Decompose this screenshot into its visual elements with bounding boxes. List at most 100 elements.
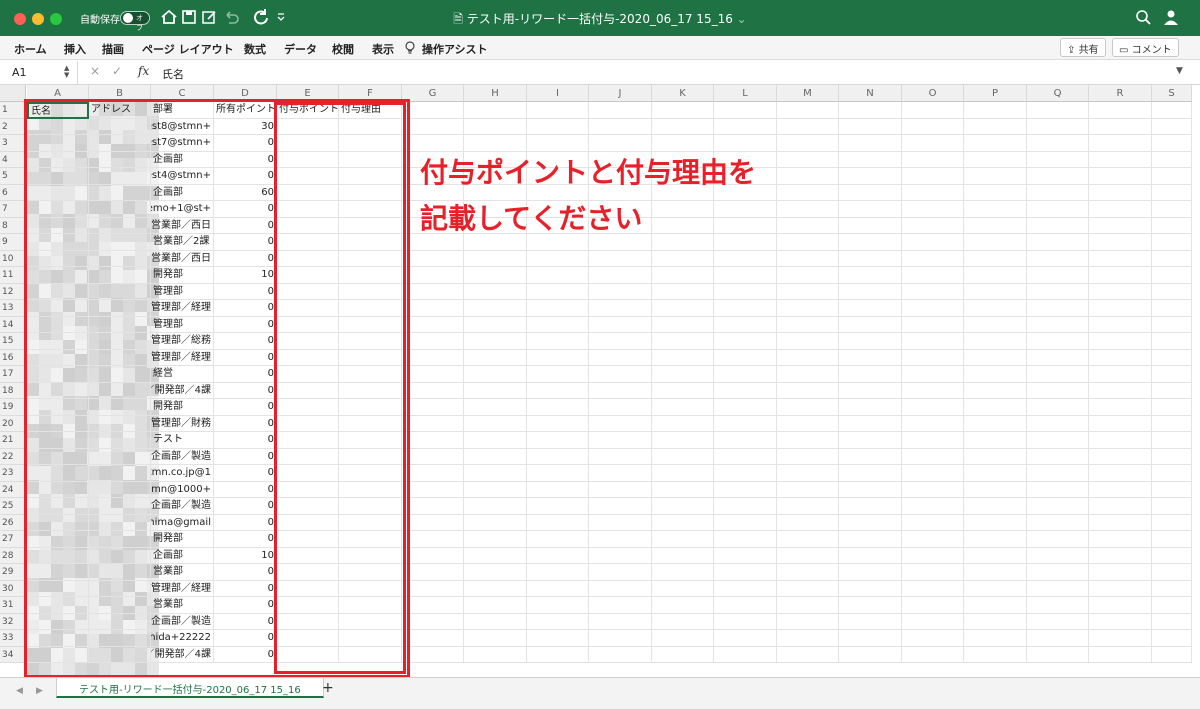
cell-j22[interactable] [589,448,652,465]
cell-s33[interactable] [1152,630,1192,647]
cell-k10[interactable] [652,250,714,267]
cell-s18[interactable] [1152,382,1192,399]
cell-p13[interactable] [964,300,1027,317]
cell-d12[interactable]: 0 [214,283,277,300]
formula-input[interactable]: 氏名 [162,66,184,82]
cell-a21[interactable] [27,432,89,449]
cell-p1[interactable] [964,102,1027,119]
cell-g23[interactable] [402,465,464,482]
cell-r12[interactable] [1089,283,1152,300]
cell-j18[interactable] [589,382,652,399]
cell-q26[interactable] [1027,514,1089,531]
cell-b8[interactable] [89,217,151,234]
tab-draw[interactable]: 描画 [102,41,124,57]
cell-f11[interactable] [339,267,402,284]
cell-j31[interactable] [589,597,652,614]
cell-q8[interactable] [1027,217,1089,234]
column-header-k[interactable]: K [652,85,714,102]
cell-n17[interactable] [839,366,902,383]
cell-r11[interactable] [1089,267,1152,284]
cell-j21[interactable] [589,432,652,449]
cell-b19[interactable] [89,399,151,416]
cell-r22[interactable] [1089,448,1152,465]
cell-a4[interactable] [27,151,89,168]
cell-h17[interactable] [464,366,527,383]
cell-b15[interactable] [89,333,151,350]
cell-p23[interactable] [964,465,1027,482]
insert-function-icon[interactable]: fx [138,64,149,78]
cell-d32[interactable]: 0 [214,613,277,630]
cell-s17[interactable] [1152,366,1192,383]
cell-g28[interactable] [402,547,464,564]
cell-r33[interactable] [1089,630,1152,647]
cell-h24[interactable] [464,481,527,498]
row-header-18[interactable]: 18 [0,382,26,399]
cell-h16[interactable] [464,349,527,366]
cell-p21[interactable] [964,432,1027,449]
cell-o10[interactable] [902,250,964,267]
row-header-28[interactable]: 28 [0,547,26,564]
cell-i12[interactable] [527,283,589,300]
cell-p32[interactable] [964,613,1027,630]
cell-i14[interactable] [527,316,589,333]
cell-e3[interactable] [277,135,339,152]
cell-c11[interactable]: 開発部 [151,267,214,284]
enter-icon[interactable]: ✓ [112,64,122,78]
cell-b25[interactable] [89,498,151,515]
cell-m17[interactable] [777,366,839,383]
cell-l22[interactable] [714,448,777,465]
cell-c4[interactable]: 企画部 [151,151,214,168]
cell-b24[interactable] [89,481,151,498]
cell-a11[interactable] [27,267,89,284]
row-header-4[interactable]: 4 [0,151,26,168]
cell-a12[interactable] [27,283,89,300]
cell-l32[interactable] [714,613,777,630]
cell-d29[interactable]: 0 [214,564,277,581]
cell-i10[interactable] [527,250,589,267]
cell-s8[interactable] [1152,217,1192,234]
tab-insert[interactable]: 挿入 [64,41,86,57]
cell-s1[interactable] [1152,102,1192,119]
cell-q33[interactable] [1027,630,1089,647]
cell-k13[interactable] [652,300,714,317]
cell-q6[interactable] [1027,184,1089,201]
cell-b18[interactable] [89,382,151,399]
cell-b23[interactable] [89,465,151,482]
cell-r29[interactable] [1089,564,1152,581]
column-header-m[interactable]: M [777,85,839,102]
title-chevron-icon[interactable]: ⌄ [733,12,747,26]
cell-a8[interactable] [27,217,89,234]
column-header-o[interactable]: O [902,85,964,102]
cell-l33[interactable] [714,630,777,647]
cell-r23[interactable] [1089,465,1152,482]
cell-h15[interactable] [464,333,527,350]
select-all-corner[interactable] [0,85,26,102]
cell-p19[interactable] [964,399,1027,416]
cell-j14[interactable] [589,316,652,333]
cell-i30[interactable] [527,580,589,597]
cell-p2[interactable] [964,118,1027,135]
cell-c10[interactable]: 営業部／西日 [151,250,214,267]
cell-m20[interactable] [777,415,839,432]
cell-m27[interactable] [777,531,839,548]
cell-k2[interactable] [652,118,714,135]
cell-o27[interactable] [902,531,964,548]
cell-l12[interactable] [714,283,777,300]
cell-l34[interactable] [714,646,777,663]
cell-g22[interactable] [402,448,464,465]
cell-o16[interactable] [902,349,964,366]
cell-a17[interactable] [27,366,89,383]
column-header-e[interactable]: E [277,85,339,102]
cell-q27[interactable] [1027,531,1089,548]
cell-c22[interactable]: 企画部／製造 [151,448,214,465]
cell-e33[interactable] [277,630,339,647]
cell-s19[interactable] [1152,399,1192,416]
cell-k28[interactable] [652,547,714,564]
cell-d3[interactable]: 0 [214,135,277,152]
cell-k34[interactable] [652,646,714,663]
cell-n14[interactable] [839,316,902,333]
cell-g29[interactable] [402,564,464,581]
cell-f34[interactable] [339,646,402,663]
cell-k1[interactable] [652,102,714,119]
cell-j28[interactable] [589,547,652,564]
